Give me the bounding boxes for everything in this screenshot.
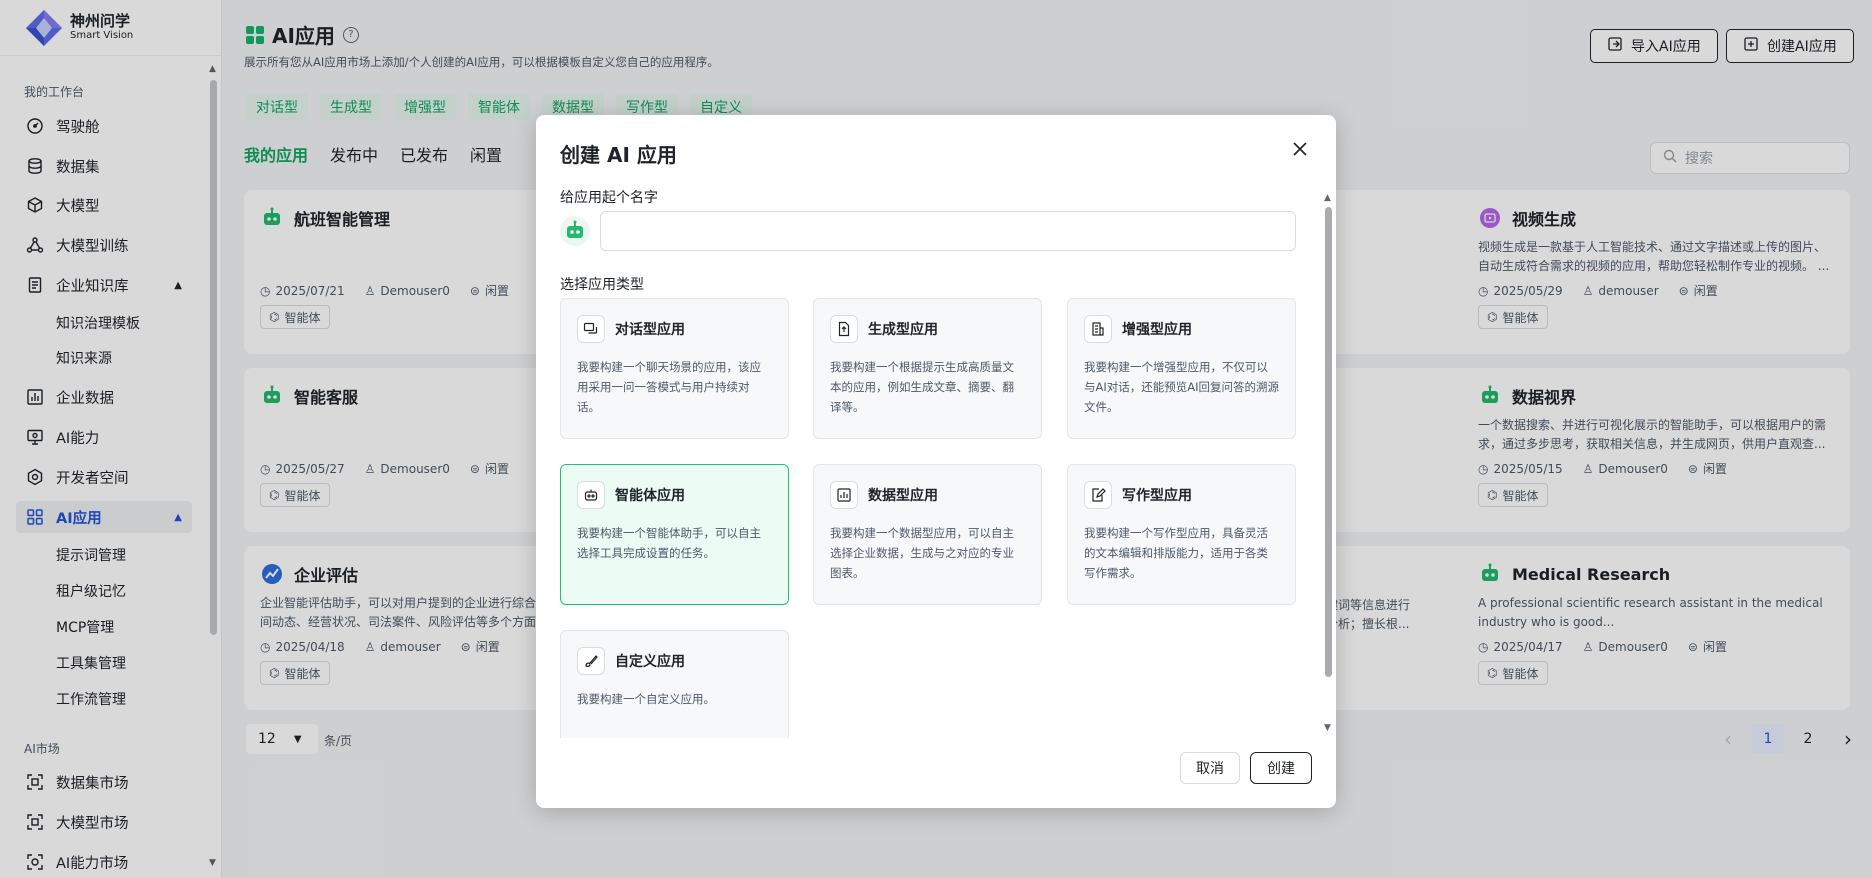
type-description: 我要构建一个自定义应用。 <box>577 692 715 706</box>
app-type-grid: 对话型应用 我要构建一个聊天场景的应用，该应用采用一问一答模式与用户持续对话。 … <box>560 298 1298 738</box>
type-card-chat[interactable]: 对话型应用 我要构建一个聊天场景的应用，该应用采用一问一答模式与用户持续对话。 <box>560 298 789 439</box>
create-app-dialog: 创建 AI 应用 给应用起个名字 选择应用类型 对话型应用 我要构建一个聊天场景… <box>536 115 1336 808</box>
type-name: 增强型应用 <box>1122 322 1192 338</box>
type-card-agent[interactable]: 智能体应用 我要构建一个智能体助手，可以自主选择工具完成设置的任务。 <box>560 464 789 605</box>
building-icon <box>1084 315 1112 343</box>
type-card-writing[interactable]: 写作型应用 我要构建一个写作型应用，具备灵活的文本编辑和排版能力，适用于各类写作… <box>1067 464 1296 605</box>
type-card-data[interactable]: 数据型应用 我要构建一个数据型应用，可以自主选择企业数据，生成与之对应的专业图表… <box>813 464 1042 605</box>
type-description: 我要构建一个数据型应用，可以自主选择企业数据，生成与之对应的专业图表。 <box>830 526 1014 580</box>
robot-outline-icon <box>577 481 605 509</box>
data-chart-icon <box>830 481 858 509</box>
custom-brush-icon <box>577 647 605 675</box>
type-description: 我要构建一个增强型应用，不仅可以与AI对话，还能预览AI回复问答的溯源文件。 <box>1084 360 1280 414</box>
type-name: 生成型应用 <box>868 322 938 338</box>
scroll-down-icon[interactable]: ▼ <box>1324 723 1331 733</box>
type-description: 我要构建一个写作型应用，具备灵活的文本编辑和排版能力，适用于各类写作需求。 <box>1084 526 1268 580</box>
type-name: 对话型应用 <box>615 322 685 338</box>
scroll-up-icon[interactable]: ▲ <box>1324 193 1331 203</box>
generate-doc-icon <box>830 315 858 343</box>
chat-icon <box>577 315 605 343</box>
type-name: 写作型应用 <box>1122 488 1192 504</box>
type-description: 我要构建一个聊天场景的应用，该应用采用一问一答模式与用户持续对话。 <box>577 360 761 414</box>
type-card-enhanced[interactable]: 增强型应用 我要构建一个增强型应用，不仅可以与AI对话，还能预览AI回复问答的溯… <box>1067 298 1296 439</box>
type-name: 智能体应用 <box>615 488 685 504</box>
edit-doc-icon <box>1084 481 1112 509</box>
cancel-button[interactable]: 取消 <box>1180 752 1240 784</box>
app-name-input[interactable] <box>600 211 1296 251</box>
dialog-title: 创建 AI 应用 <box>560 143 677 167</box>
create-button[interactable]: 创建 <box>1250 752 1312 784</box>
type-name: 自定义应用 <box>615 654 685 670</box>
app-type-label: 选择应用类型 <box>560 277 644 293</box>
app-name-label: 给应用起个名字 <box>560 190 658 206</box>
type-description: 我要构建一个根据提示生成高质量文本的应用，例如生成文章、摘要、翻译等。 <box>830 360 1014 414</box>
type-card-custom[interactable]: 自定义应用 我要构建一个自定义应用。 <box>560 630 789 738</box>
close-icon[interactable] <box>1288 137 1312 161</box>
app-avatar-robot-icon[interactable] <box>560 216 590 246</box>
type-name: 数据型应用 <box>868 488 938 504</box>
type-card-generate[interactable]: 生成型应用 我要构建一个根据提示生成高质量文本的应用，例如生成文章、摘要、翻译等… <box>813 298 1042 439</box>
scrollbar-thumb[interactable] <box>1325 207 1332 677</box>
dialog-scrollbar[interactable]: ▲ ▼ <box>1323 193 1333 733</box>
type-description: 我要构建一个智能体助手，可以自主选择工具完成设置的任务。 <box>577 526 761 560</box>
